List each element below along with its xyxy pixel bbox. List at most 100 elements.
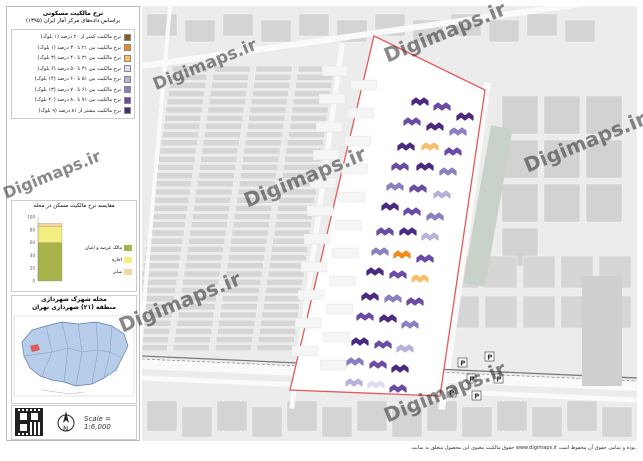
neighborhood-block xyxy=(350,79,377,91)
gray-block xyxy=(501,183,539,223)
gray-block xyxy=(162,131,199,138)
gray-block xyxy=(290,114,328,122)
scale-text: Scale = 1:6,000 xyxy=(84,415,111,431)
legend-swatch xyxy=(124,44,131,52)
gray-block xyxy=(252,90,289,97)
gray-block xyxy=(161,139,198,147)
gray-block xyxy=(543,95,581,135)
legend-class-6: نرخ مالکیت بین ۷۱ تا ۸۰ درصد (۲۰ بلوک) xyxy=(15,95,131,106)
gray-block xyxy=(163,123,200,130)
neighborhood-block xyxy=(329,275,356,287)
gray-block xyxy=(244,139,282,147)
y-tick-label: 100 xyxy=(27,215,35,220)
gray-block xyxy=(187,246,224,253)
gray-block xyxy=(216,400,248,432)
gray-block xyxy=(206,114,244,122)
gray-block xyxy=(230,237,268,245)
gray-block xyxy=(253,82,290,89)
neighborhood-block xyxy=(326,303,353,315)
gray-block xyxy=(242,155,280,163)
gray-block xyxy=(496,400,528,432)
bar-segment-2 xyxy=(37,223,63,227)
neighborhood-block xyxy=(347,107,374,119)
gray-block xyxy=(234,213,271,220)
gray-block xyxy=(152,196,190,204)
neighborhood-block xyxy=(321,65,349,77)
legend-class-label: نرخ مالکیت بین ۳۱ تا ۴۰ درصد (۳ بلوک) xyxy=(37,55,121,62)
neighborhood-block xyxy=(306,205,334,217)
legend-class-2: نرخ مالکیت بین ۳۱ تا ۴۰ درصد (۳ بلوک) xyxy=(15,53,131,64)
legend-class-0: نرخ مالکیت کمتر از ۲۰ درصد (۱ بلوک) xyxy=(15,32,131,43)
gray-block xyxy=(197,180,234,188)
legend-class-label: نرخ مالکیت بین ۷۱ تا ۸۰ درصد (۲۰ بلوک) xyxy=(34,97,121,104)
y-tick-label: 40 xyxy=(30,253,36,258)
gray-block xyxy=(210,90,247,97)
gray-block xyxy=(286,139,324,147)
tehran-locator-svg xyxy=(13,315,135,397)
chart-legend-1: اجاره xyxy=(112,257,132,263)
neighborhood-block xyxy=(294,317,322,329)
legend-class-list: نرخ مالکیت کمتر از ۲۰ درصد (۱ بلوک) نرخ م… xyxy=(11,29,135,119)
gray-block xyxy=(531,406,563,438)
legend-class-label: نرخ مالکیت بین ۴۱ تا ۵۰ درصد (۶ بلوک) xyxy=(37,65,121,72)
gray-block xyxy=(250,98,288,106)
gray-block xyxy=(188,237,225,245)
legend-subtitle: براساس داده‌های مرکز آمار ایران (۱۳۹۵) xyxy=(25,18,121,24)
gray-block xyxy=(260,320,298,327)
gray-block xyxy=(156,172,193,179)
y-tick-label: 20 xyxy=(30,266,36,271)
gray-block xyxy=(220,303,258,310)
gray-block xyxy=(208,98,246,106)
gray-block xyxy=(194,196,231,204)
gray-block xyxy=(272,237,310,245)
gray-block xyxy=(150,213,187,220)
legend-class-label: نرخ مالکیت بین ۲۱ تا ۳۰ درصد (۱ بلوک) xyxy=(37,44,121,51)
gray-block xyxy=(543,183,581,223)
gray-block xyxy=(231,229,269,237)
gray-block xyxy=(168,90,205,97)
gray-block xyxy=(214,344,252,351)
legend-class-label: نرخ مالکیت بین ۵۱ تا ۶۰ درصد (۱۴ بلوک) xyxy=(34,76,121,83)
gray-block xyxy=(222,295,259,302)
gray-block xyxy=(175,328,212,335)
gray-block xyxy=(270,254,307,261)
gray-block xyxy=(267,270,305,278)
gray-block xyxy=(216,336,253,343)
gray-block xyxy=(259,328,296,335)
chart-legend-0: مالک عرصه و اعیان xyxy=(85,245,132,251)
north-arrow-icon: N xyxy=(57,411,75,433)
svg-text:N: N xyxy=(63,425,68,433)
gray-block xyxy=(191,221,228,229)
gray-block xyxy=(258,336,295,343)
scale-box: N Scale = 1:6,000 xyxy=(11,405,137,440)
ownership-chart: مقایسه نرخ مالکیت مسکن در محله 0 20 40 60 80… xyxy=(11,200,137,292)
legend-class-3: نرخ مالکیت بین ۴۱ تا ۵۰ درصد (۶ بلوک) xyxy=(15,64,131,75)
gray-block xyxy=(261,311,299,319)
svg-text:P: P xyxy=(474,393,479,401)
gray-block xyxy=(207,106,245,114)
gray-block xyxy=(146,237,184,245)
gray-block xyxy=(186,254,223,261)
chart-legend-swatch xyxy=(124,245,132,251)
gray-block xyxy=(142,336,169,343)
gray-block xyxy=(142,328,170,335)
gray-block xyxy=(176,320,213,327)
legend-class-7: نرخ مالکیت بیشتر از ۸۱ درصد (۹ بلوک) xyxy=(15,106,131,117)
gray-block xyxy=(564,19,596,43)
gray-block xyxy=(254,73,292,81)
gray-block xyxy=(264,295,301,302)
gray-block xyxy=(247,123,284,130)
legend-class-label: نرخ مالکیت بیشتر از ۸۱ درصد (۹ بلوک) xyxy=(38,107,121,114)
gray-block xyxy=(195,188,233,196)
gray-block xyxy=(185,262,222,269)
gray-block xyxy=(204,131,241,138)
gray-block xyxy=(260,19,292,43)
copyright-footer: حقوق مالکیت معنوی این محصول متعلق به سای… xyxy=(411,445,637,451)
gray-block xyxy=(200,155,237,163)
gray-block xyxy=(147,229,185,237)
neighborhood-block xyxy=(332,247,359,259)
y-tick-label: 80 xyxy=(30,227,36,232)
chart-legend-label: مالک عرصه و اعیان xyxy=(84,245,122,251)
chart-legend-swatch xyxy=(124,269,132,275)
neighborhood-block xyxy=(303,233,331,245)
